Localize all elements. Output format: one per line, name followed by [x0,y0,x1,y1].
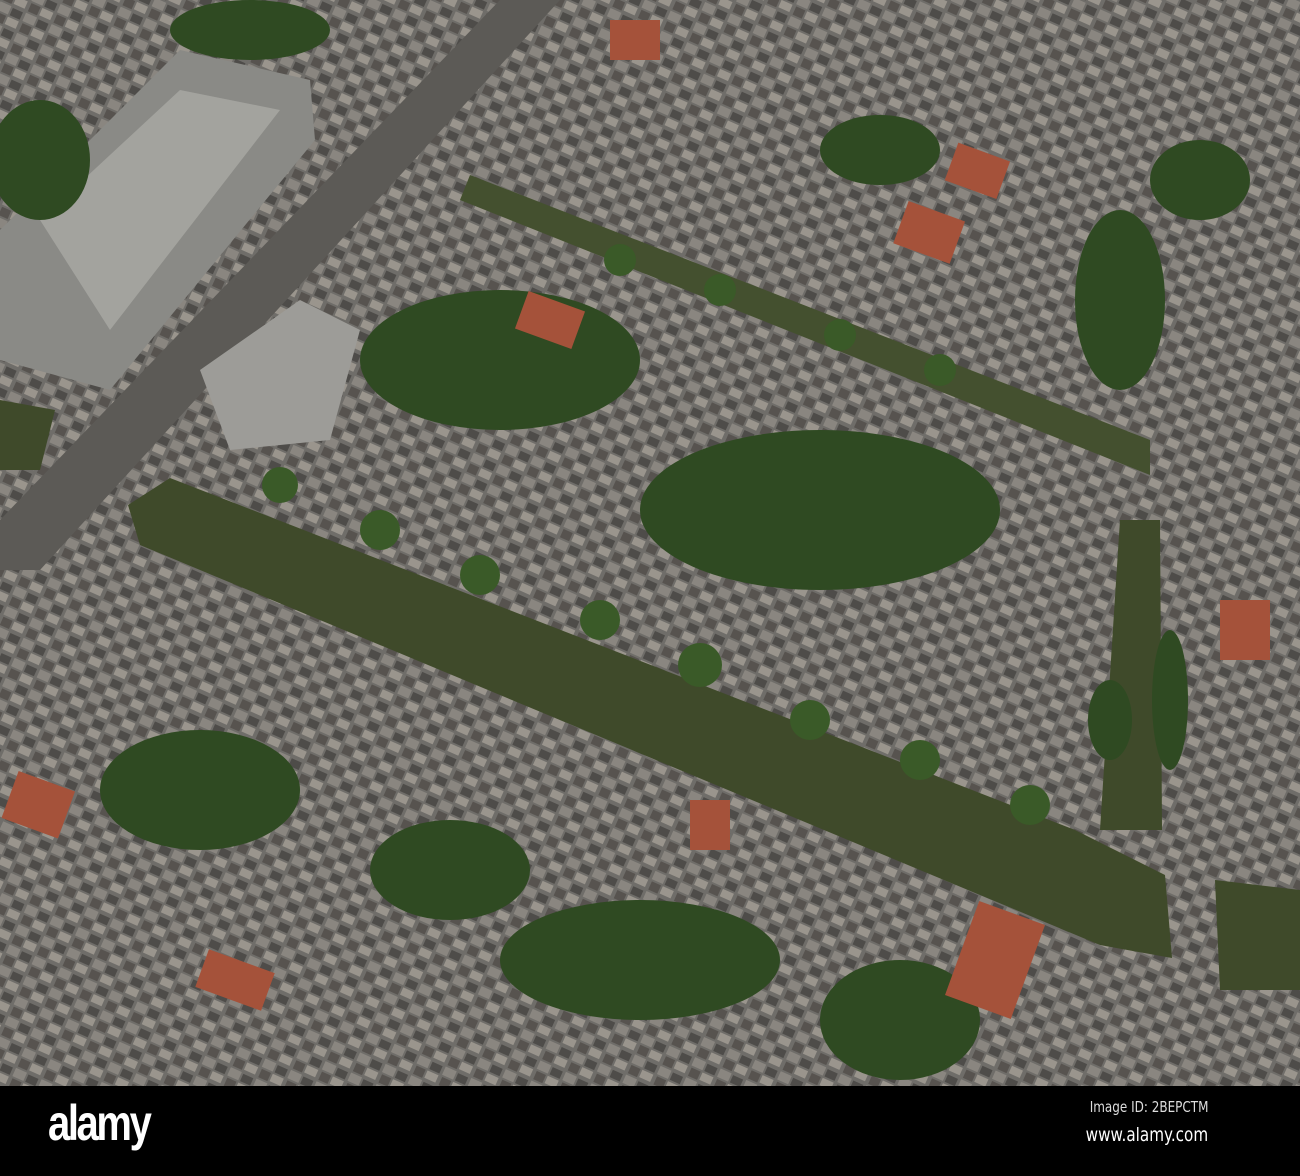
website-link[interactable]: www.alamy.com [1085,1124,1208,1146]
aerial-photo [0,0,1300,1086]
stock-photo: alamy Image ID: 2BEPCTM www.alamy.com [0,0,1300,1176]
image-id: Image ID: 2BEPCTM [1089,1098,1208,1116]
watermark-bar: alamy Image ID: 2BEPCTM www.alamy.com [0,1086,1300,1176]
alamy-logo: alamy [48,1095,152,1151]
right-canal [1215,880,1300,990]
